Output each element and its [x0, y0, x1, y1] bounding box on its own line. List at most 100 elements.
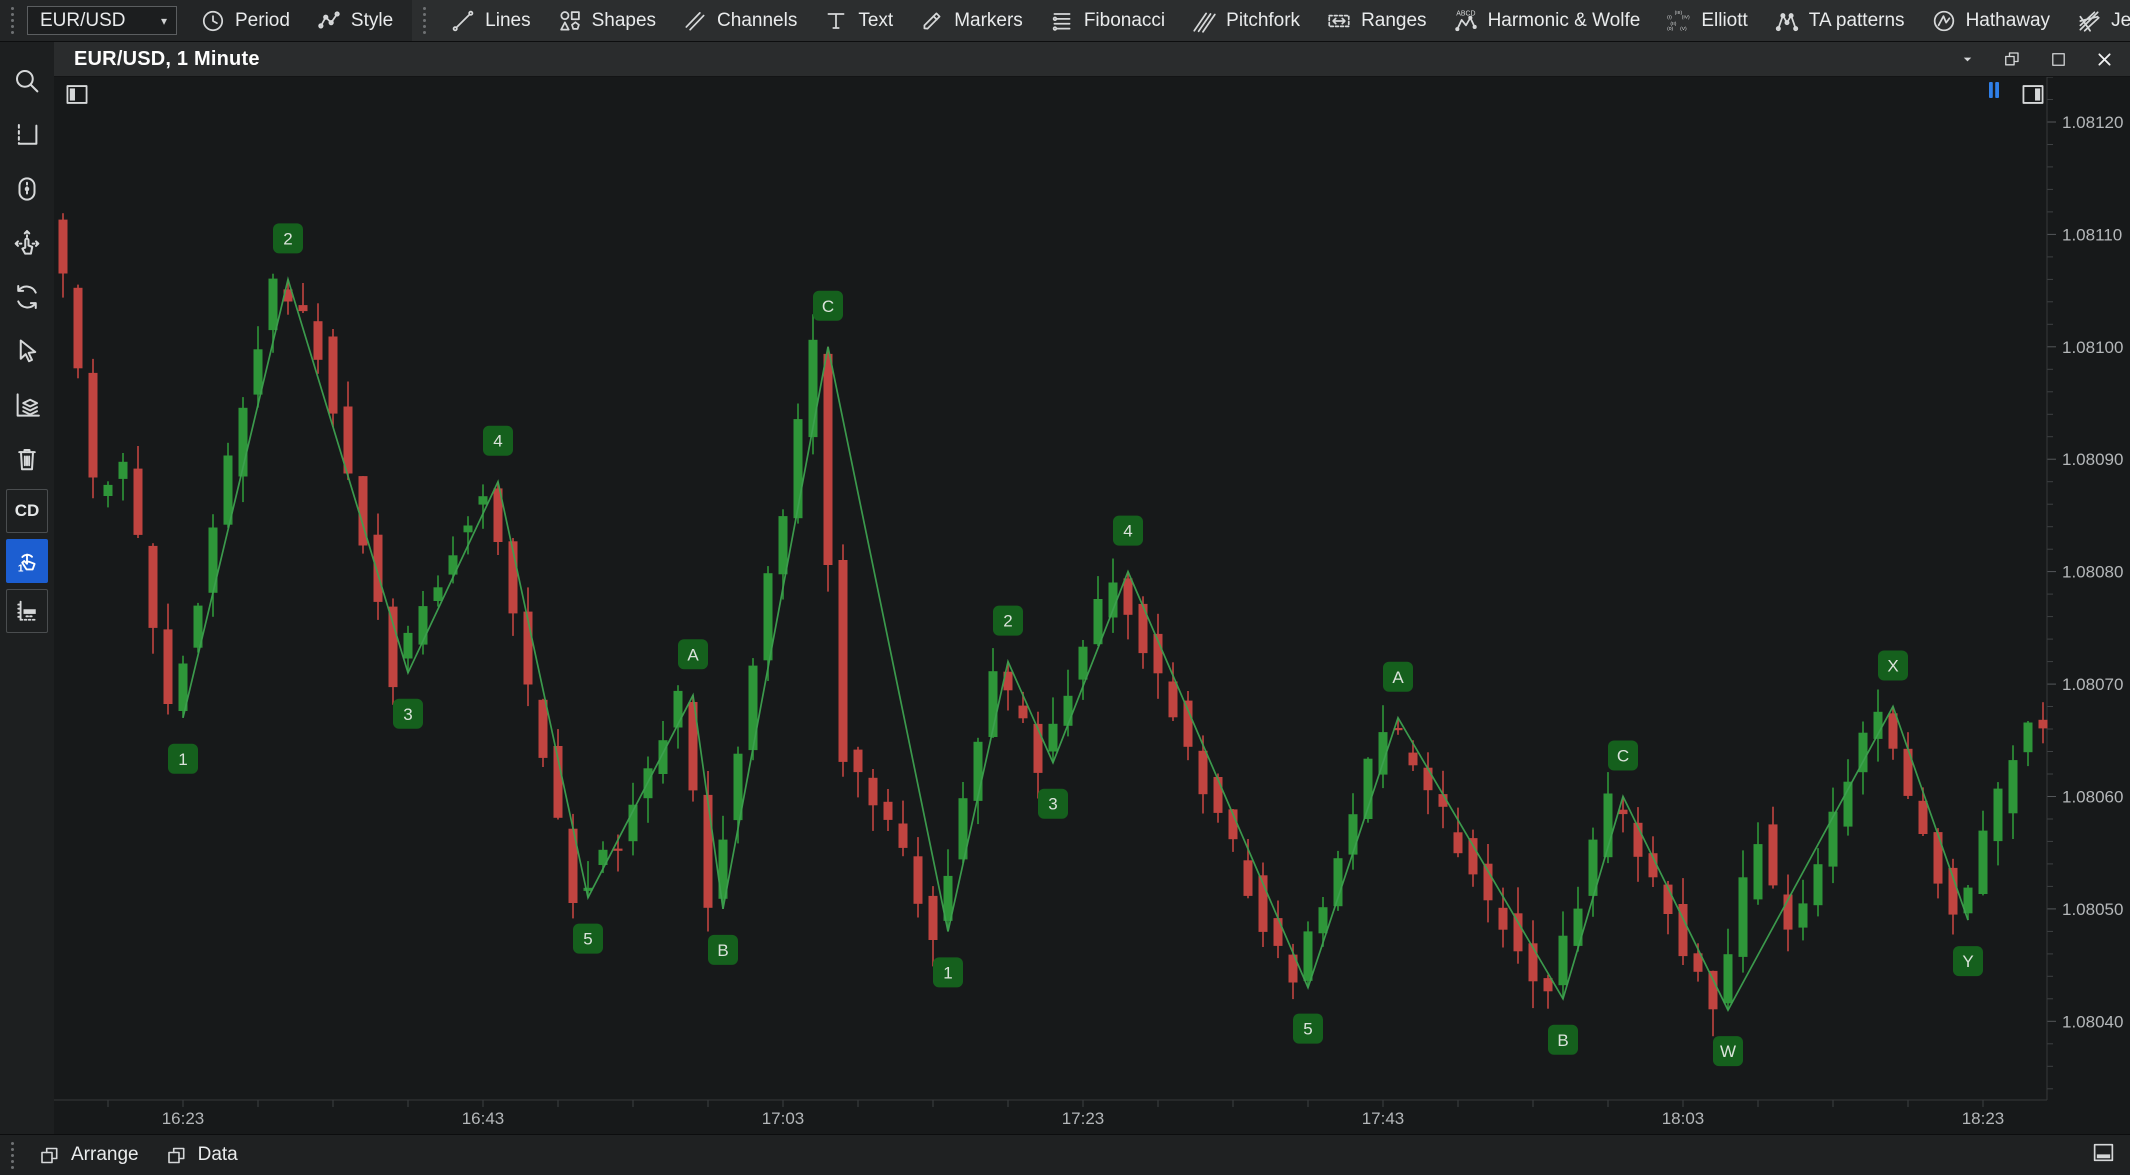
sidebar-tool-cursor[interactable] — [5, 324, 49, 378]
restore-icon — [2002, 49, 2022, 69]
toolbar-button-label: Text — [858, 10, 893, 32]
toolbar-button-harmonic-wolfe[interactable]: ABCDHarmonic & Wolfe — [1440, 0, 1654, 41]
svg-text:2: 2 — [283, 229, 292, 248]
x-axis-label: 16:43 — [462, 1109, 505, 1128]
wave-label-badge-1[interactable]: 1 — [168, 744, 198, 774]
y-axis-label: 1.08120 — [2062, 113, 2123, 132]
wave-label-badge-3[interactable]: 3 — [393, 699, 423, 729]
pitchfork-icon — [1191, 8, 1217, 34]
toolbar-button-period[interactable]: Period — [187, 0, 303, 41]
svg-text:1: 1 — [943, 963, 952, 982]
y-axis-label: 1.08110 — [2062, 225, 2122, 244]
chevron-down-icon — [1960, 52, 1975, 67]
sidebar-tool-pan[interactable] — [5, 216, 49, 270]
toolbar-button-style[interactable]: Style — [303, 0, 406, 41]
pause-indicator[interactable] — [1982, 78, 2006, 107]
x-axis-label: 17:03 — [762, 1109, 805, 1128]
panel-left-toggle[interactable] — [62, 81, 92, 113]
wave-label-badge-4[interactable]: 4 — [1113, 516, 1143, 546]
wave-label-badge-b[interactable]: B — [708, 935, 738, 965]
bottom-panel-toggle[interactable] — [2090, 1140, 2117, 1170]
panel-right-icon — [2018, 81, 2048, 108]
wave-label-badge-4[interactable]: 4 — [483, 426, 513, 456]
wave-label-badge-b[interactable]: B — [1548, 1025, 1578, 1055]
toolbar-button-jenkins[interactable]: Jenkins — [2063, 0, 2130, 41]
svg-text:(0): (0) — [1667, 26, 1673, 32]
toolbar-button-fibonacci[interactable]: Fibonacci — [1036, 0, 1178, 41]
wave-label-badge-y[interactable]: Y — [1953, 946, 1983, 976]
toolbar-button-ta-patterns[interactable]: TA patterns — [1761, 0, 1918, 41]
wave-label-badge-w[interactable]: W — [1713, 1036, 1743, 1066]
left-tool-sidebar: CD 1 — [0, 42, 54, 1134]
sidebar-tool-one-click-trading[interactable]: 1 — [6, 539, 48, 583]
price-chart[interactable]: 1.081201.081101.081001.080901.080801.080… — [54, 77, 2130, 1134]
wave-label-badge-a[interactable]: A — [1383, 662, 1413, 692]
elliott-wave-line[interactable] — [183, 279, 1968, 1010]
sidebar-tool-chart-layout[interactable] — [5, 108, 49, 162]
svg-text:ABCD: ABCD — [1456, 10, 1475, 17]
wave-label-badge-1[interactable]: 1 — [933, 957, 963, 987]
window-control-collapse[interactable] — [1960, 52, 1975, 67]
wave-label-badge-5[interactable]: 5 — [1293, 1014, 1323, 1044]
bottom-bar-button-data[interactable]: Data — [152, 1135, 251, 1175]
toolbar-button-label: TA patterns — [1809, 10, 1905, 32]
wave-label-badge-3[interactable]: 3 — [1038, 789, 1068, 819]
y-axis-label: 1.08050 — [2062, 900, 2123, 919]
chart-window-titlebar[interactable]: EUR/USD, 1 Minute — [54, 42, 2130, 77]
toolbar-drag-handle-2[interactable] — [412, 7, 437, 34]
window-control-close[interactable] — [2095, 50, 2114, 69]
toolbar-button-text[interactable]: Text — [810, 0, 906, 41]
window-control-maximize[interactable] — [2049, 50, 2068, 69]
bottom-bar-button-arrange[interactable]: Arrange — [25, 1135, 152, 1175]
toolbar-button-hathaway[interactable]: Hathaway — [1918, 0, 2064, 41]
chart-layout-icon — [12, 120, 42, 150]
toolbar-button-elliott[interactable]: (III)(IV)(I)(II)(V)(0)Elliott — [1653, 0, 1760, 41]
svg-text:X: X — [1887, 657, 1898, 676]
svg-text:2: 2 — [1003, 612, 1012, 631]
toolbar-button-shapes[interactable]: Shapes — [544, 0, 669, 41]
search-icon — [12, 66, 42, 96]
toolbar-button-ranges[interactable]: Ranges — [1313, 0, 1440, 41]
sidebar-tool-price-range[interactable] — [5, 162, 49, 216]
wave-label-badge-a[interactable]: A — [678, 639, 708, 669]
toolbar-button-label: Hathaway — [1966, 10, 2051, 32]
text-tool-icon — [823, 8, 849, 34]
window-control-restore[interactable] — [2002, 49, 2022, 69]
panel-bottom-icon — [2090, 1140, 2117, 1165]
bottom-bar-drag-handle[interactable] — [0, 1142, 25, 1169]
sidebar-tool-cd[interactable]: CD — [6, 489, 48, 533]
sidebar-tool-market-depth[interactable] — [6, 589, 48, 633]
sidebar-tool-search[interactable] — [5, 54, 49, 108]
svg-text:3: 3 — [1048, 795, 1057, 814]
toolbar-button-label: Style — [351, 10, 393, 32]
svg-text:1: 1 — [18, 564, 24, 575]
svg-text:4: 4 — [493, 432, 502, 451]
channels-icon — [682, 8, 708, 34]
toolbar-button-label: Lines — [485, 10, 530, 32]
toolbar-button-markers[interactable]: Markers — [906, 0, 1036, 41]
sidebar-tool-delete[interactable] — [5, 432, 49, 486]
maximize-icon — [2049, 50, 2068, 69]
wave-label-badge-2[interactable]: 2 — [993, 606, 1023, 636]
wave-label-badge-2[interactable]: 2 — [273, 223, 303, 253]
symbol-select[interactable]: EUR/USD ▾ — [27, 6, 177, 35]
wave-label-badge-c[interactable]: C — [1608, 741, 1638, 771]
wave-label-badge-c[interactable]: C — [813, 291, 843, 321]
toolbar-button-label: Markers — [954, 10, 1023, 32]
toolbar-button-channels[interactable]: Channels — [669, 0, 810, 41]
wave-label-badge-5[interactable]: 5 — [573, 924, 603, 954]
panel-left-icon — [62, 81, 92, 108]
svg-text:B: B — [717, 941, 728, 960]
sidebar-tool-refresh[interactable] — [5, 270, 49, 324]
toolbar-button-lines[interactable]: Lines — [437, 0, 543, 41]
toolbar-button-pitchfork[interactable]: Pitchfork — [1178, 0, 1313, 41]
jenkins-icon — [2076, 8, 2102, 34]
svg-text:W: W — [1720, 1042, 1736, 1061]
wave-label-badge-x[interactable]: X — [1878, 651, 1908, 681]
y-axis-label: 1.08100 — [2062, 338, 2123, 357]
toolbar-drag-handle[interactable] — [0, 7, 25, 34]
sidebar-tool-layers[interactable] — [5, 378, 49, 432]
period-clock-icon — [200, 8, 226, 34]
panel-right-toggle[interactable] — [2018, 81, 2048, 113]
toolbar-button-label: Shapes — [592, 10, 656, 32]
